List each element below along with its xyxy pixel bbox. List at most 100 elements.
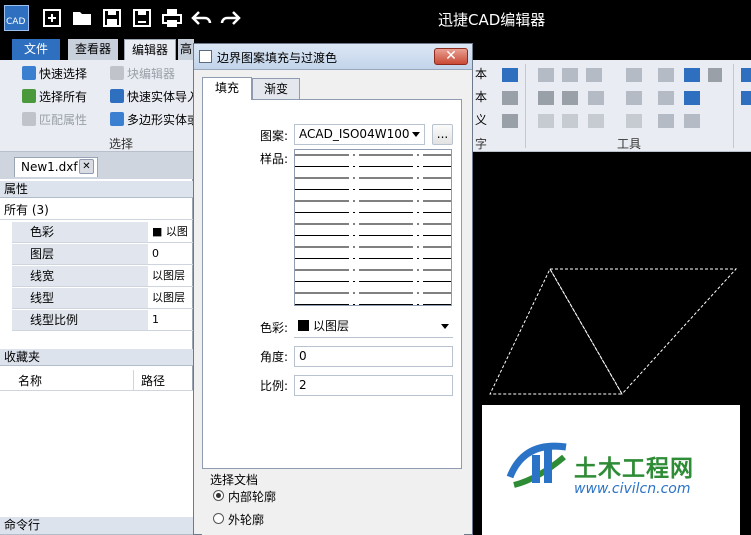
group-icon[interactable] (684, 91, 700, 105)
extend-icon[interactable] (626, 91, 642, 105)
ribbon-separator (525, 64, 526, 148)
tab-gradient[interactable]: 渐变 (252, 78, 300, 100)
app-logo[interactable]: CAD (4, 5, 29, 31)
break-icon[interactable] (538, 114, 554, 128)
pattern-preview (294, 149, 452, 306)
funnel-icon (22, 66, 36, 80)
layer-props-icon[interactable] (741, 91, 751, 105)
text-fragment-3: 义 (475, 113, 488, 127)
quick-import-button[interactable]: 快速实体导入 (110, 87, 199, 107)
quick-select-button[interactable]: 快速选择 (22, 64, 87, 84)
prop-row-linetype[interactable]: 线型 以图层 (12, 288, 193, 309)
dialog-title-bar[interactable]: 边界图案填充与过渡色 ✕ (194, 44, 472, 70)
boundary-group: 选择文档 内部轮廓 外轮廓 (202, 469, 464, 535)
move-icon[interactable] (538, 68, 554, 82)
boundary-label: 选择文档 (210, 473, 259, 487)
left-panel: 属性 所有 (3) 色彩 ■ 以图 图层 0 线宽 以图层 线型 以图层 线型比… (0, 179, 193, 535)
stretch-icon[interactable] (562, 91, 578, 105)
join-icon[interactable] (562, 114, 578, 128)
rotate-icon[interactable] (562, 68, 578, 82)
mirror-icon[interactable] (586, 68, 602, 82)
offset-icon[interactable] (658, 91, 674, 105)
prop-row-layer[interactable]: 图层 0 (12, 244, 193, 265)
brush-icon (22, 112, 36, 126)
undo-icon[interactable] (190, 6, 214, 30)
select-all-button[interactable]: 选择所有 (22, 87, 87, 107)
outer-outline-label[interactable]: 外轮廓 (228, 511, 264, 528)
trim-icon[interactable] (588, 91, 604, 105)
doc-tab[interactable]: New1.dxf ✕ (14, 157, 98, 177)
tab-editor[interactable]: 编辑器 (124, 39, 176, 60)
text-fragment-2: 本 (475, 90, 488, 104)
scale-icon[interactable] (538, 91, 554, 105)
text-style-icon[interactable] (502, 68, 518, 82)
block-icon (110, 66, 124, 80)
watermark: 土木工程网 www.civilcn.com (482, 405, 740, 535)
match-props-button[interactable]: 匹配属性 (22, 110, 87, 130)
block-editor-button[interactable]: 块编辑器 (110, 64, 175, 84)
save-as-icon[interactable] (130, 6, 154, 30)
sample-label: 样品: (260, 152, 289, 166)
scale-input[interactable]: 2 (294, 375, 453, 396)
angle-label: 角度: (260, 350, 289, 364)
col-path[interactable]: 路径 (141, 372, 165, 389)
inner-outline-label[interactable]: 内部轮廓 (228, 488, 276, 505)
group-label-select: 选择 (109, 137, 134, 151)
tab-advanced[interactable]: 高 (178, 39, 194, 60)
brand-url: www.civilcn.com (574, 481, 691, 497)
fillet-icon[interactable] (626, 114, 642, 128)
plus-icon (110, 89, 124, 103)
angle-input[interactable]: 0 (294, 346, 453, 367)
tab-file[interactable]: 文件 (12, 39, 60, 60)
select-all-icon (22, 89, 36, 103)
favorites-list[interactable] (0, 391, 193, 517)
close-icon[interactable]: ✕ (79, 159, 94, 174)
save-icon[interactable] (100, 6, 124, 30)
array-icon[interactable] (626, 68, 642, 82)
prop-row-color[interactable]: 色彩 ■ 以图 (12, 222, 193, 243)
polygon-button[interactable]: 多边形实体或 (110, 110, 199, 130)
drawing-svg (489, 267, 738, 395)
prop-row-linetype-scale[interactable]: 线型比例 1 (12, 310, 193, 331)
fill-tab-panel: 图案: ACAD_ISO04W100 ... 样品: 色彩: 以图层 角度: 0… (202, 99, 462, 469)
col-name[interactable]: 名称 (18, 372, 42, 389)
radio-inner-outline[interactable] (213, 490, 224, 501)
color-label: 色彩: (260, 321, 289, 335)
favorites-header: 收藏夹 (0, 349, 193, 366)
column-divider (133, 370, 134, 390)
triangle-left[interactable] (489, 267, 623, 395)
title-bar: CAD 迅捷CAD编辑器 (0, 0, 751, 36)
redo-icon[interactable] (218, 6, 242, 30)
triangle-right[interactable] (549, 268, 738, 395)
color-select[interactable]: 以图层 (294, 317, 453, 338)
prop-row-lineweight[interactable]: 线宽 以图层 (12, 266, 193, 287)
open-folder-icon[interactable] (70, 6, 94, 30)
align-icon[interactable] (658, 68, 674, 82)
chamfer-icon[interactable] (588, 114, 604, 128)
tab-fill[interactable]: 填充 (202, 77, 252, 100)
close-icon[interactable]: ✕ (434, 48, 468, 65)
pattern-preview-svg (295, 154, 451, 305)
explode-icon[interactable] (658, 114, 674, 128)
pattern-label: 图案: (260, 129, 289, 143)
scale-label: 比例: (260, 379, 289, 393)
browse-pattern-button[interactable]: ... (432, 124, 453, 145)
copy-icon[interactable] (684, 68, 700, 82)
chevron-down-icon (412, 132, 420, 137)
properties-filter[interactable]: 所有 (3) (0, 200, 193, 220)
print-icon[interactable] (160, 6, 184, 30)
layer-icon[interactable] (741, 68, 751, 82)
radio-outer-outline[interactable] (213, 513, 224, 524)
text-edit-icon[interactable] (502, 91, 518, 105)
text-attr-icon[interactable] (502, 114, 518, 128)
paste-icon[interactable] (708, 68, 722, 82)
pattern-select[interactable]: ACAD_ISO04W100 (294, 124, 425, 145)
erase-icon[interactable] (684, 114, 700, 128)
doc-tab-label: New1.dxf (21, 160, 78, 174)
tab-viewer[interactable]: 查看器 (68, 39, 118, 60)
hatch-dialog: 边界图案填充与过渡色 ✕ 填充 渐变 图案: ACAD_ISO04W100 ..… (193, 43, 473, 535)
polygon-icon (110, 112, 124, 126)
command-line-header: 命令行 (0, 517, 193, 535)
properties-header: 属性 (0, 181, 193, 198)
new-file-icon[interactable] (40, 6, 64, 30)
